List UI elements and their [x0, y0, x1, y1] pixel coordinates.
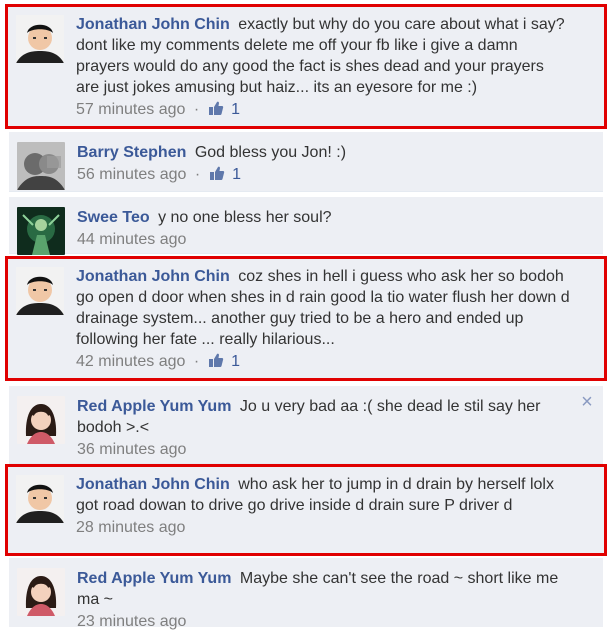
comment-item: Red Apple Yum Yum Jo u very bad aa :( sh…	[9, 386, 603, 464]
comment-text: y no one bless her soul?	[158, 209, 332, 226]
comment-body: Jonathan John Chin exactly but why do yo…	[76, 14, 570, 123]
thumbs-up-icon[interactable]	[208, 352, 224, 375]
meta-separator: ·	[193, 101, 200, 118]
comment-author[interactable]: Red Apple Yum Yum	[77, 398, 231, 415]
comment-time[interactable]: 23 minutes ago	[77, 613, 186, 630]
comment-author[interactable]: Jonathan John Chin	[76, 268, 230, 285]
comment-feed: Jonathan John Chin exactly but why do yo…	[0, 0, 609, 630]
comment-author[interactable]: Jonathan John Chin	[76, 476, 230, 493]
comment-body: Red Apple Yum Yum Maybe she can't see th…	[77, 568, 569, 633]
comment-meta: 44 minutes ago	[77, 229, 569, 251]
comment-author[interactable]: Red Apple Yum Yum	[77, 570, 231, 587]
meta-separator: ·	[194, 166, 201, 183]
comment-meta: 36 minutes ago	[77, 439, 569, 461]
comment-time[interactable]: 36 minutes ago	[77, 441, 186, 458]
thumbs-up-icon[interactable]	[209, 165, 225, 188]
comment-author[interactable]: Barry Stephen	[77, 144, 186, 161]
avatar[interactable]	[17, 396, 65, 444]
comment-time[interactable]: 56 minutes ago	[77, 166, 186, 183]
comment-time[interactable]: 28 minutes ago	[76, 519, 185, 536]
close-icon[interactable]: ×	[579, 392, 595, 412]
like-count[interactable]: 1	[231, 101, 240, 118]
avatar[interactable]	[17, 568, 65, 616]
comment-time[interactable]: 42 minutes ago	[76, 353, 185, 370]
comment-meta: 28 minutes ago	[76, 517, 570, 539]
comment-time[interactable]: 57 minutes ago	[76, 101, 185, 118]
comment-item: Red Apple Yum Yum Maybe she can't see th…	[9, 558, 603, 630]
comment-item: Jonathan John Chin coz shes in hell i gu…	[5, 256, 607, 381]
avatar[interactable]	[17, 207, 65, 255]
comment-text: God bless you Jon! :)	[194, 144, 347, 161]
comment-body: Red Apple Yum Yum Jo u very bad aa :( sh…	[77, 396, 569, 461]
comment-item: Jonathan John Chin who ask her to jump i…	[5, 464, 607, 556]
comment-meta: 57 minutes ago · 1	[76, 99, 570, 123]
comment-time[interactable]: 44 minutes ago	[77, 231, 186, 248]
avatar[interactable]	[17, 142, 65, 190]
comment-author[interactable]: Swee Teo	[77, 209, 150, 226]
comment-item: Barry Stephen God bless you Jon! :) 56 m…	[9, 132, 603, 192]
comment-meta: 42 minutes ago · 1	[76, 351, 570, 375]
comment-author[interactable]: Jonathan John Chin	[76, 16, 230, 33]
comment-item: Jonathan John Chin exactly but why do yo…	[5, 4, 607, 129]
meta-separator: ·	[193, 353, 200, 370]
comment-body: Barry Stephen God bless you Jon! :) 56 m…	[77, 142, 569, 188]
avatar[interactable]	[16, 475, 64, 523]
comment-body: Swee Teo y no one bless her soul? 44 min…	[77, 207, 569, 251]
thumbs-up-icon[interactable]	[208, 100, 224, 123]
like-count[interactable]: 1	[231, 353, 240, 370]
comment-body: Jonathan John Chin who ask her to jump i…	[76, 474, 570, 539]
avatar[interactable]	[16, 15, 64, 63]
like-count[interactable]: 1	[232, 166, 241, 183]
comment-meta: 23 minutes ago	[77, 611, 569, 633]
avatar[interactable]	[16, 267, 64, 315]
comment-meta: 56 minutes ago · 1	[77, 164, 569, 188]
comment-body: Jonathan John Chin coz shes in hell i gu…	[76, 266, 570, 375]
comment-item: Swee Teo y no one bless her soul? 44 min…	[9, 197, 603, 255]
